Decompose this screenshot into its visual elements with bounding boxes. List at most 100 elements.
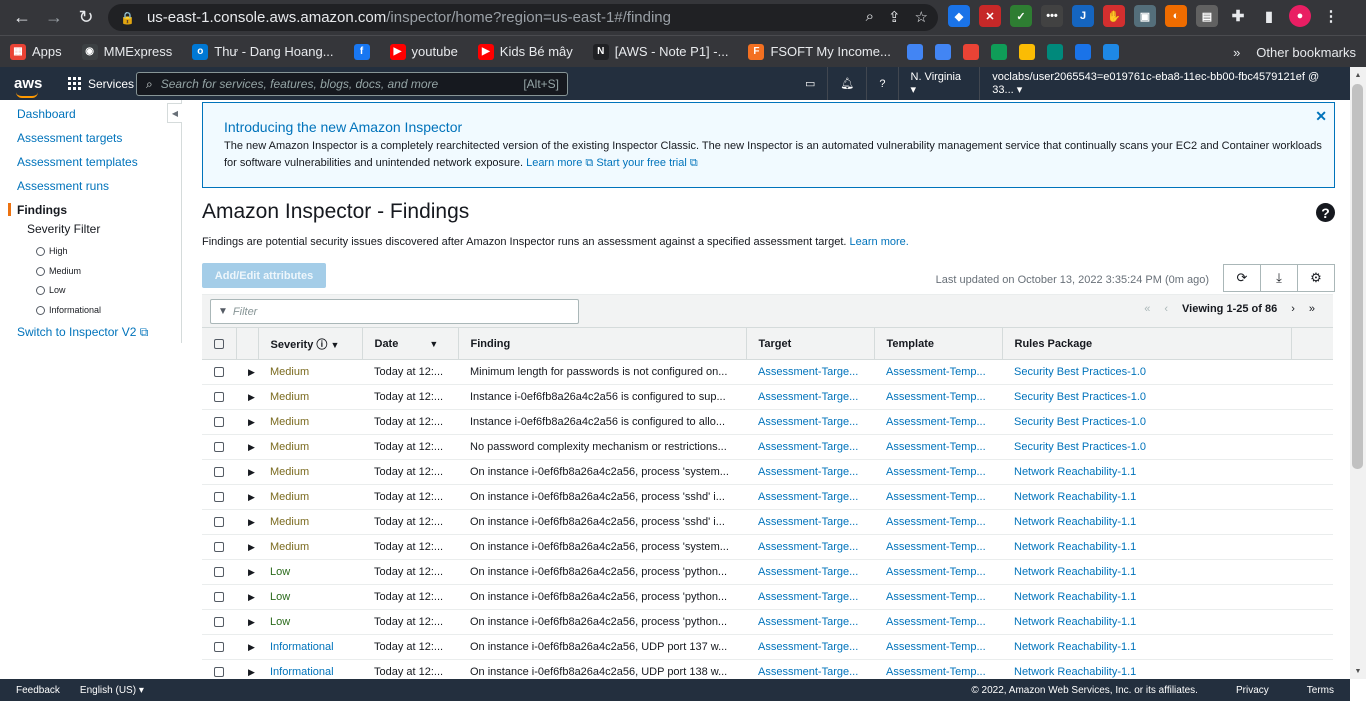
row-checkbox[interactable] bbox=[214, 517, 224, 528]
row-checkbox[interactable] bbox=[214, 367, 224, 378]
table-row[interactable]: ▶ Medium Today at 12:... On instance i-0ef6… bbox=[202, 509, 1333, 535]
table-row[interactable]: ▶ Medium Today at 12:... Minimum length for… bbox=[202, 359, 1333, 385]
rules-package-link[interactable]: Network Reachability-1.1 bbox=[1014, 516, 1136, 528]
region-selector[interactable]: N. Virginia ▾ bbox=[897, 67, 980, 100]
scroll-up-icon[interactable]: ▲ bbox=[1350, 67, 1366, 83]
privacy-link[interactable]: Privacy bbox=[1236, 685, 1269, 696]
table-row[interactable]: ▶ Low Today at 12:... On instance i-0ef6fb8… bbox=[202, 584, 1333, 610]
bookmark-item[interactable] bbox=[1069, 43, 1097, 60]
target-link[interactable]: Assessment-Targe... bbox=[758, 516, 858, 528]
console-search[interactable]: ⌕ Search for services, features, blogs, … bbox=[136, 72, 568, 96]
extension-icon[interactable]: ✕ bbox=[979, 5, 1001, 27]
expand-caret-icon[interactable]: ▶ bbox=[248, 367, 255, 377]
table-row[interactable]: ▶ Medium Today at 12:... On instance i-0ef6… bbox=[202, 459, 1333, 485]
column-header-severity[interactable]: Severity ⓘ ▼ bbox=[257, 327, 362, 360]
template-link[interactable]: Assessment-Temp... bbox=[886, 516, 986, 528]
row-checkbox[interactable] bbox=[214, 417, 224, 428]
target-link[interactable]: Assessment-Targe... bbox=[758, 666, 858, 678]
template-link[interactable]: Assessment-Temp... bbox=[886, 366, 986, 378]
extension-icon[interactable]: ◆ bbox=[948, 5, 970, 27]
banner-learn-more-link[interactable]: Learn more ⧉ bbox=[526, 157, 593, 169]
filter-input[interactable]: ▼ Filter bbox=[210, 299, 579, 324]
template-link[interactable]: Assessment-Temp... bbox=[886, 591, 986, 603]
expand-caret-icon[interactable]: ▶ bbox=[248, 492, 255, 502]
services-menu[interactable]: Services bbox=[68, 77, 134, 91]
bookmark-item[interactable] bbox=[957, 43, 985, 60]
last-page-icon[interactable]: » bbox=[1309, 303, 1315, 315]
row-checkbox[interactable] bbox=[214, 567, 224, 578]
bell-icon[interactable]: 🔔︎ bbox=[827, 67, 866, 100]
table-row[interactable]: ▶ Medium Today at 12:... On instance i-0ef6… bbox=[202, 534, 1333, 560]
cloudshell-icon[interactable]: ▭ bbox=[793, 67, 827, 100]
help-icon[interactable]: ? bbox=[1316, 203, 1335, 222]
row-checkbox[interactable] bbox=[214, 667, 224, 678]
bookmark-item[interactable] bbox=[1041, 43, 1069, 60]
expand-caret-icon[interactable]: ▶ bbox=[248, 642, 255, 652]
extension-icon[interactable]: ✋ bbox=[1103, 5, 1125, 27]
terms-link[interactable]: Terms bbox=[1307, 685, 1334, 696]
refresh-icon[interactable]: ⟳ bbox=[1223, 264, 1261, 292]
table-row[interactable]: ▶ Medium Today at 12:... Instance i-0ef6fb8… bbox=[202, 384, 1333, 410]
address-bar[interactable]: 🔒 us-east-1.console.aws.amazon.com/inspe… bbox=[108, 4, 938, 31]
rules-package-link[interactable]: Security Best Practices-1.0 bbox=[1014, 416, 1146, 428]
rules-package-link[interactable]: Network Reachability-1.1 bbox=[1014, 491, 1136, 503]
download-icon[interactable]: ⤓ bbox=[1260, 264, 1298, 292]
table-row[interactable]: ▶ Informational Today at 12:... On instance… bbox=[202, 634, 1333, 660]
other-bookmarks[interactable]: » Other bookmarks bbox=[1233, 36, 1356, 68]
scroll-down-icon[interactable]: ▼ bbox=[1350, 663, 1366, 679]
target-link[interactable]: Assessment-Targe... bbox=[758, 416, 858, 428]
sidebar-item-dashboard[interactable]: Dashboard bbox=[17, 107, 76, 121]
target-link[interactable]: Assessment-Targe... bbox=[758, 391, 858, 403]
rules-package-link[interactable]: Security Best Practices-1.0 bbox=[1014, 441, 1146, 453]
extension-icon[interactable]: ••• bbox=[1041, 5, 1063, 27]
template-link[interactable]: Assessment-Temp... bbox=[886, 541, 986, 553]
column-header-template[interactable]: Template bbox=[873, 327, 1002, 360]
puzzle-icon[interactable]: ✚ bbox=[1227, 5, 1249, 27]
expand-caret-icon[interactable]: ▶ bbox=[248, 392, 255, 402]
column-header-date[interactable]: Date ▼ bbox=[361, 327, 458, 360]
table-row[interactable]: ▶ Medium Today at 12:... Instance i-0ef6fb8… bbox=[202, 409, 1333, 435]
bookmark-item[interactable] bbox=[929, 43, 957, 60]
bookmark-item[interactable]: N [AWS - Note P1] -... bbox=[583, 43, 739, 60]
expand-caret-icon[interactable]: ▶ bbox=[248, 442, 255, 452]
column-header-finding[interactable]: Finding bbox=[457, 327, 746, 360]
sidepanel-icon[interactable]: ▮ bbox=[1258, 5, 1280, 27]
extension-icon[interactable]: ◐ bbox=[1165, 5, 1187, 27]
bookmark-item[interactable]: f bbox=[344, 43, 380, 60]
sidebar-item-assessment-runs[interactable]: Assessment runs bbox=[17, 179, 109, 193]
table-row[interactable]: ▶ Low Today at 12:... On instance i-0ef6fb8… bbox=[202, 559, 1333, 585]
expand-caret-icon[interactable]: ▶ bbox=[248, 542, 255, 552]
forward-icon[interactable]: → bbox=[38, 2, 70, 34]
target-link[interactable]: Assessment-Targe... bbox=[758, 491, 858, 503]
first-page-icon[interactable]: « bbox=[1144, 303, 1150, 315]
select-all-checkbox[interactable] bbox=[214, 338, 224, 349]
template-link[interactable]: Assessment-Temp... bbox=[886, 491, 986, 503]
description-learn-more-link[interactable]: Learn more. bbox=[850, 236, 909, 248]
expand-caret-icon[interactable]: ▶ bbox=[248, 592, 255, 602]
menu-icon[interactable]: ⋮ bbox=[1320, 5, 1342, 27]
add-edit-attributes-button[interactable]: Add/Edit attributes bbox=[202, 263, 326, 288]
target-link[interactable]: Assessment-Targe... bbox=[758, 441, 858, 453]
template-link[interactable]: Assessment-Temp... bbox=[886, 391, 986, 403]
next-page-icon[interactable]: › bbox=[1291, 303, 1295, 315]
rules-package-link[interactable]: Network Reachability-1.1 bbox=[1014, 566, 1136, 578]
target-link[interactable]: Assessment-Targe... bbox=[758, 591, 858, 603]
row-checkbox[interactable] bbox=[214, 617, 224, 628]
radio-icon[interactable] bbox=[36, 305, 45, 315]
bookmark-item[interactable]: ▶ youtube bbox=[380, 43, 468, 60]
extension-icon[interactable]: ▤ bbox=[1196, 5, 1218, 27]
rules-package-link[interactable]: Network Reachability-1.1 bbox=[1014, 641, 1136, 653]
sidebar-item-assessment-targets[interactable]: Assessment targets bbox=[17, 131, 122, 145]
expand-caret-icon[interactable]: ▶ bbox=[248, 667, 255, 677]
template-link[interactable]: Assessment-Temp... bbox=[886, 416, 986, 428]
feedback-link[interactable]: Feedback bbox=[16, 685, 60, 696]
language-selector[interactable]: English (US) ▾ bbox=[80, 685, 144, 696]
template-link[interactable]: Assessment-Temp... bbox=[886, 466, 986, 478]
sort-caret-icon[interactable]: ▼ bbox=[330, 340, 339, 350]
severity-radio-informational[interactable]: Informational bbox=[36, 305, 101, 315]
template-link[interactable]: Assessment-Temp... bbox=[886, 441, 986, 453]
expand-caret-icon[interactable]: ▶ bbox=[248, 517, 255, 527]
severity-radio-low[interactable]: Low bbox=[36, 285, 66, 295]
bookmark-item[interactable] bbox=[985, 43, 1013, 60]
sidebar-item-assessment-templates[interactable]: Assessment templates bbox=[17, 155, 138, 169]
